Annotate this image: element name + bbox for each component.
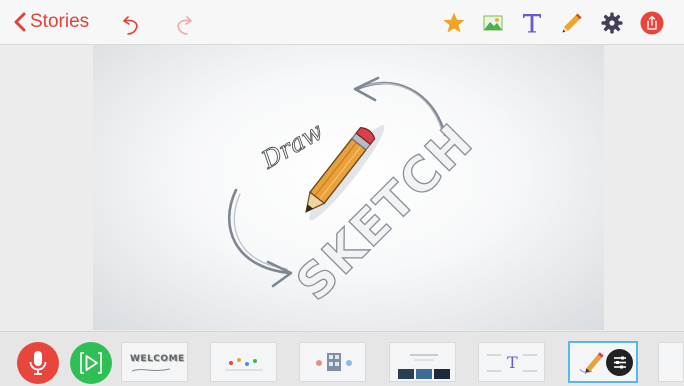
slide-thumbnail-2[interactable] — [210, 342, 277, 382]
slide-settings-button[interactable] — [606, 349, 633, 376]
record-button[interactable] — [17, 342, 59, 384]
slide-thumbnail-5[interactable]: T — [478, 342, 545, 382]
slide-thumbnail-1[interactable]: WELCOME — [121, 342, 188, 382]
sliders-icon — [614, 356, 626, 369]
image-icon[interactable] — [481, 11, 505, 35]
pencil-icon[interactable] — [560, 11, 584, 35]
gear-icon[interactable] — [600, 11, 624, 35]
play-button[interactable] — [70, 342, 112, 384]
slide-canvas[interactable]: Draw SKETCH — [93, 45, 604, 330]
chevron-left-icon — [14, 12, 26, 32]
canvas-area: Draw SKETCH — [0, 45, 684, 330]
text-icon[interactable] — [520, 11, 544, 35]
curved-arrow-bottom — [227, 188, 293, 288]
svg-text:Draw: Draw — [256, 117, 328, 175]
share-icon[interactable] — [640, 11, 664, 35]
slide-thumbnail-4[interactable] — [389, 342, 456, 382]
mic-icon — [29, 351, 47, 375]
back-button[interactable]: Stories — [14, 9, 89, 35]
slide-thumbnail-6-active[interactable] — [568, 341, 638, 383]
play-icon — [80, 352, 102, 374]
slide-thumbnail-3[interactable] — [299, 342, 366, 382]
slides-strip: WELCOME T — [0, 331, 684, 386]
star-icon[interactable] — [442, 11, 466, 35]
back-label: Stories — [30, 11, 90, 32]
undo-icon[interactable] — [121, 11, 145, 35]
draw-lettering: Draw — [256, 116, 329, 175]
svg-text:T: T — [507, 353, 518, 372]
top-toolbar: Stories — [0, 0, 684, 45]
slide-thumbnail-7[interactable] — [658, 342, 684, 382]
redo-icon[interactable] — [172, 11, 196, 35]
